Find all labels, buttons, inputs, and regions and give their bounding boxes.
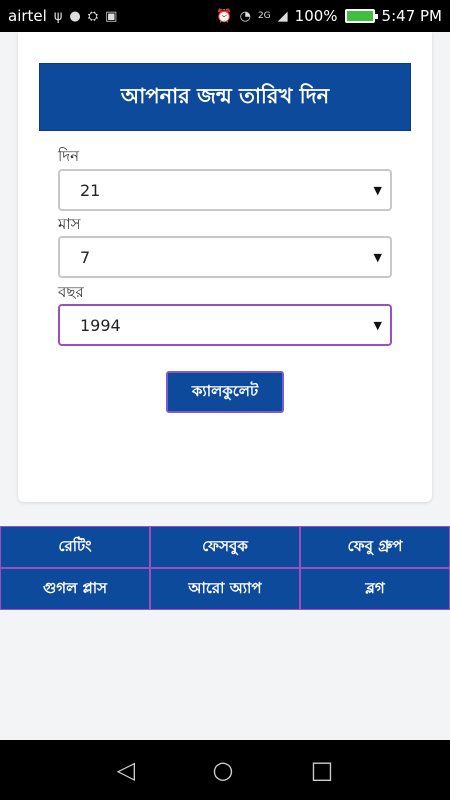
carrier-label: airtel [8,7,47,25]
facebook-group-button[interactable]: ফেবু গ্রুপ [300,526,450,568]
recents-icon[interactable]: □ [311,756,334,784]
facebook-button[interactable]: ফেসবুক [150,526,300,568]
alarm-icon: ⏰ [216,8,233,24]
chevron-down-icon: ▼ [373,250,382,264]
rating-button[interactable]: রেটিং [0,526,150,568]
year-value: 1994 [80,315,121,335]
blog-button[interactable]: ব্লগ [300,568,450,610]
form-title: আপনার জন্ম তারিখ দিন [120,83,330,108]
battery-icon [344,9,378,23]
year-label: বছর [58,283,84,301]
day-value: 21 [80,180,101,200]
network-type-label: 2G [257,11,271,21]
form-header: আপনার জন্ম তারিখ দিন [39,63,411,131]
app-notification-icon: ● [69,8,81,24]
chevron-down-icon: ▼ [373,183,382,197]
bottom-menu: রেটিং ফেসবুক ফেবু গ্রুপ গুগল প্লাস আরো অ… [0,526,450,610]
android-icon: ⛭ [87,8,99,24]
battery-percent: 100% [294,7,338,25]
month-value: 7 [80,247,91,267]
status-bar: airtel ψ ● ⛭ ▣ ⏰ ◔ 2G ◢ 100% 5:47 PM [0,0,450,32]
navigation-bar: ◁ ○ □ [0,740,450,800]
day-label: দিন [58,147,80,165]
year-select[interactable]: 1994 ▼ [58,304,392,346]
back-icon[interactable]: ◁ [117,756,135,784]
chevron-down-icon: ▼ [373,318,382,332]
home-icon[interactable]: ○ [212,756,233,784]
signal-icon: ◢ [277,8,288,24]
wifi-icon: ◔ [239,8,251,24]
clock: 5:47 PM [381,7,442,25]
google-plus-button[interactable]: গুগল প্লাস [0,568,150,610]
calculate-button[interactable]: ক্যালকুলেট [166,371,284,413]
form-card: আপনার জন্ম তারিখ দিন দিন 21 ▼ মাস 7 ▼ বছ… [18,32,432,502]
day-select[interactable]: 21 ▼ [58,169,392,211]
month-label: মাস [58,215,81,233]
usb-icon: ψ [53,8,63,24]
month-select[interactable]: 7 ▼ [58,236,392,278]
image-icon: ▣ [105,8,118,24]
more-apps-button[interactable]: আরো অ্যাপ [150,568,300,610]
